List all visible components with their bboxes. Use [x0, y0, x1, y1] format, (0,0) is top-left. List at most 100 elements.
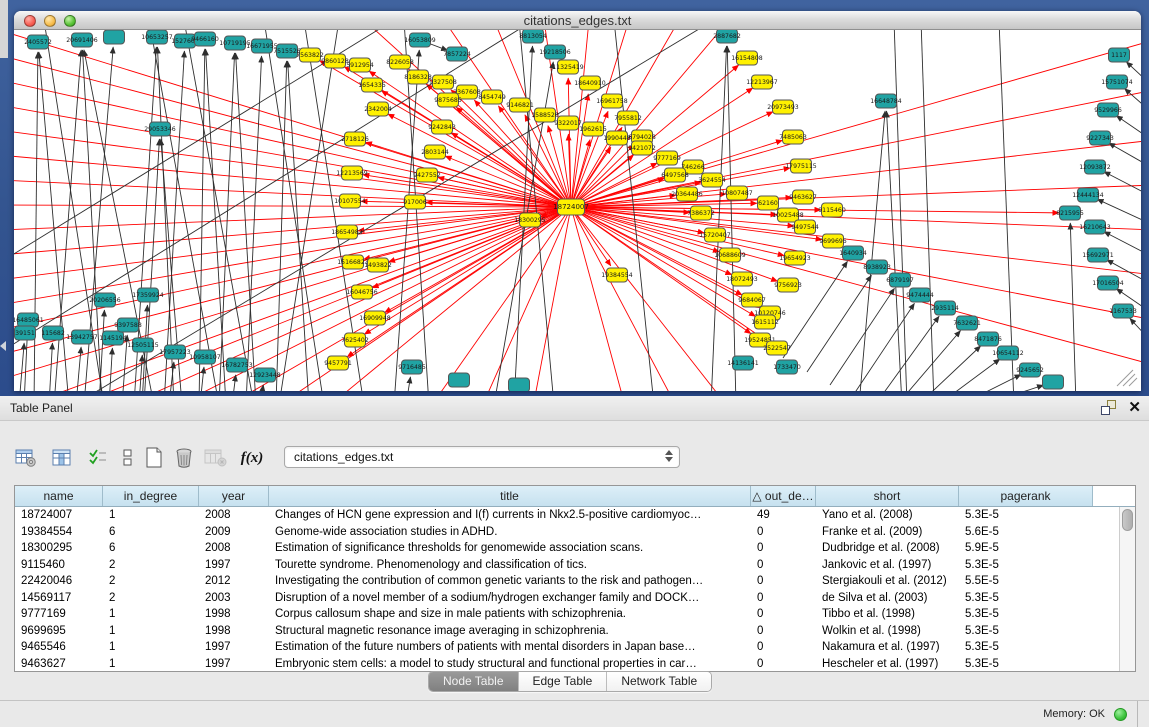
table-cell: 1 — [103, 639, 199, 656]
table-cell: 5.3E-5 — [959, 606, 1093, 623]
network-window-titlebar[interactable]: citations_edges.txt — [14, 11, 1141, 30]
table-cell: 0 — [751, 639, 816, 656]
network-node-label: 9860128 — [321, 58, 349, 65]
table-row[interactable]: 1830029562008Estimation of significance … — [15, 540, 1135, 557]
table-cell: 1997 — [199, 656, 269, 673]
table-row[interactable]: 946554611997Estimation of the future num… — [15, 639, 1135, 656]
network-node-label: 13942757 — [66, 334, 98, 341]
float-panel-icon[interactable] — [1101, 400, 1116, 415]
network-node-label: 2522547 — [763, 345, 791, 352]
network-node[interactable] — [509, 378, 530, 391]
network-node-label: 16154808 — [731, 55, 763, 62]
memory-status-indicator[interactable] — [1114, 708, 1127, 721]
network-node-label: 1615112 — [751, 319, 779, 326]
delete-table-button — [202, 444, 230, 472]
sidebar-collapse-arrow-icon[interactable] — [0, 341, 6, 351]
table-row[interactable]: 1938455462009Genome-wide association stu… — [15, 524, 1135, 541]
table-cell: 5.3E-5 — [959, 590, 1093, 607]
table-cell: 0 — [751, 524, 816, 541]
table-row[interactable]: 969969511998Structural magnetic resonanc… — [15, 623, 1135, 640]
network-node-label: 29053346 — [144, 126, 176, 133]
selection-mode-button[interactable] — [84, 444, 112, 472]
table-cell: 2012 — [199, 573, 269, 590]
network-node-label: 1493822 — [364, 262, 392, 269]
network-node-label: 20691406 — [66, 37, 98, 44]
table-cell: 5.6E-5 — [959, 524, 1093, 541]
table-cell: Franke et al. (2009) — [816, 524, 959, 541]
column-visibility-button[interactable] — [48, 444, 76, 472]
table-row[interactable]: 1456911722003Disruption of a novel membe… — [15, 590, 1135, 607]
table-cell: 5.3E-5 — [959, 557, 1093, 574]
table-cell: Genome-wide association studies in ADHD. — [269, 524, 751, 541]
network-node-label: 1145194 — [99, 335, 127, 342]
create-column-button[interactable] — [140, 444, 168, 472]
network-node-label: 10958107 — [189, 354, 221, 361]
network-node-label: 18300295 — [514, 217, 546, 224]
network-node-label: 9756923 — [774, 282, 802, 289]
network-node-label: 9421072 — [628, 145, 656, 152]
table-row[interactable]: 911546021997Tourette syndrome. Phenomeno… — [15, 557, 1135, 574]
network-node-label: 10107554 — [334, 198, 366, 205]
table-cell: 1997 — [199, 557, 269, 574]
network-node-label: 12444134 — [1072, 192, 1104, 199]
table-cell: 19384554 — [15, 524, 103, 541]
network-node-label: 9466160 — [191, 36, 219, 43]
network-node-label: 9322017 — [554, 120, 582, 127]
network-node-label: 15720407 — [699, 232, 731, 239]
table-header-row: namein_degreeyeartitle△ out_de…shortpage… — [15, 486, 1135, 507]
table-cell: 1 — [103, 507, 199, 524]
table-scrollbar-thumb[interactable] — [1122, 509, 1133, 531]
tab-network-table[interactable]: Network Table — [606, 672, 711, 691]
network-node[interactable] — [104, 30, 125, 44]
memory-status-label: Memory: OK — [1043, 701, 1105, 727]
table-cell: Estimation of the future numbers of pati… — [269, 639, 751, 656]
statusbar-divider — [1137, 701, 1138, 727]
table-scrollbar[interactable] — [1119, 507, 1135, 671]
column-header-out_de[interactable]: △ out_de… — [751, 486, 816, 506]
table-cell: 2 — [103, 573, 199, 590]
table-row[interactable]: 977716911998Corpus callosum shape and si… — [15, 606, 1135, 623]
network-node-label: 8226058 — [386, 59, 414, 66]
table-row[interactable]: 1872400712008Changes of HCN gene express… — [15, 507, 1135, 524]
network-node-label: 7625402 — [341, 337, 369, 344]
network-node-label: 1640934 — [839, 250, 867, 257]
network-node-label: 17359924 — [132, 292, 164, 299]
network-node-label: 9115460 — [818, 207, 846, 214]
network-node-label: 2803144 — [421, 149, 449, 156]
column-header-short[interactable]: short — [816, 486, 959, 506]
network-node-label: 12213569 — [336, 170, 368, 177]
network-node-label: 917006 — [403, 199, 427, 206]
row-height-button[interactable] — [114, 444, 142, 472]
table-selector-dropdown[interactable]: citations_edges.txt — [284, 446, 680, 468]
table-cell: 1998 — [199, 623, 269, 640]
function-builder-button[interactable]: f(x) — [238, 444, 266, 472]
close-panel-icon[interactable]: ✕ — [1128, 400, 1141, 415]
table-cell: 14569117 — [15, 590, 103, 607]
desktop-corner — [0, 0, 8, 58]
tab-node-table[interactable]: Node Table — [429, 672, 518, 691]
dropdown-arrows-icon — [665, 450, 673, 462]
network-node[interactable] — [449, 373, 470, 387]
network-node-label: 16782753 — [221, 362, 253, 369]
resize-grip-icon — [1117, 370, 1137, 386]
tab-edge-table[interactable]: Edge Table — [518, 672, 607, 691]
delete-columns-button[interactable] — [170, 444, 198, 472]
network-node[interactable] — [1043, 375, 1064, 389]
table-row[interactable]: 2242004622012Investigating the contribut… — [15, 573, 1135, 590]
column-header-year[interactable]: year — [199, 486, 269, 506]
column-header-title[interactable]: title — [269, 486, 751, 506]
table-mode-button[interactable] — [12, 444, 40, 472]
network-node-label: 39151 — [15, 330, 35, 337]
network-canvas[interactable]: 2405572206914061065325715276029466160107… — [14, 30, 1141, 391]
network-node-label: 2935114 — [931, 305, 959, 312]
column-header-in_degree[interactable]: in_degree — [103, 486, 199, 506]
table-row[interactable]: 946362711997Embryonic stem cells: a mode… — [15, 656, 1135, 673]
network-node-label: 19384554 — [601, 272, 633, 279]
network-node-label: 12505115 — [127, 342, 159, 349]
column-header-name[interactable]: name — [15, 486, 103, 506]
network-node-label: 9242843 — [428, 124, 456, 131]
table-cell: Nakamura et al. (1997) — [816, 639, 959, 656]
column-header-pagerank[interactable]: pagerank — [959, 486, 1093, 506]
network-node-label: 16961758 — [596, 98, 628, 105]
network-node-label: 20364486 — [671, 191, 703, 198]
